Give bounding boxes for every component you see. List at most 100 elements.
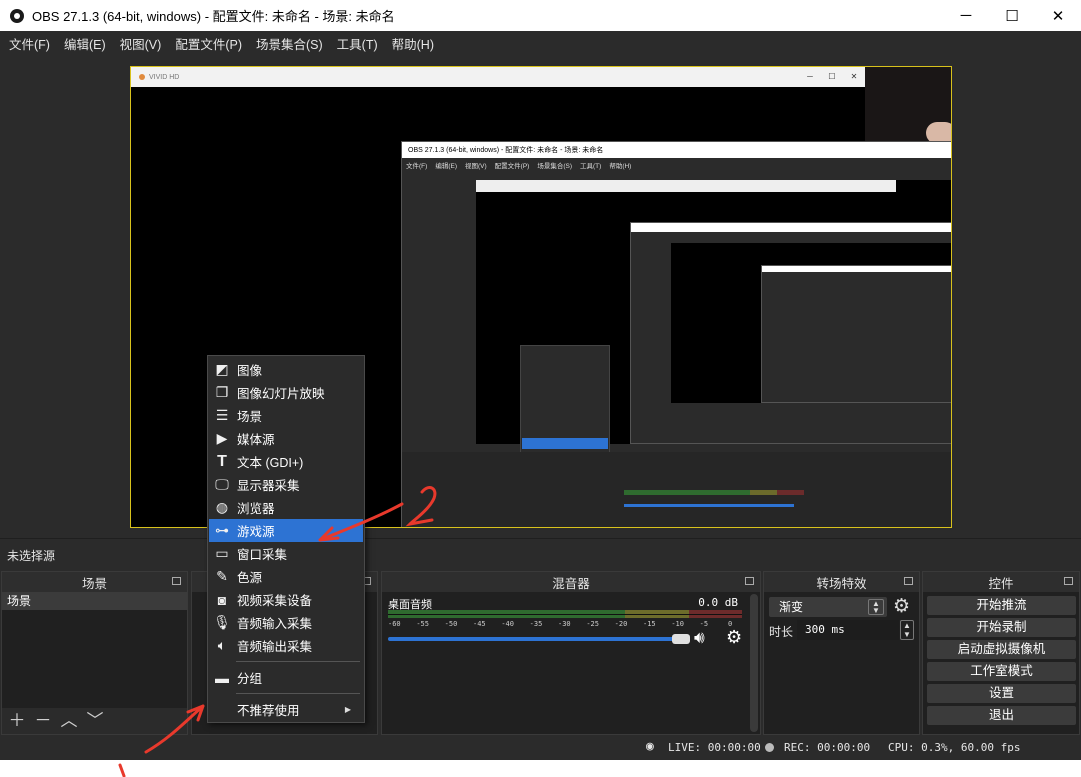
captured-minimize-icon: ─ bbox=[807, 72, 813, 81]
mixer-scrollbar[interactable] bbox=[750, 594, 758, 732]
controls-dock: 控件 开始推流 开始录制 启动虚拟摄像机 工作室模式 设置 退出 bbox=[922, 571, 1080, 735]
speaker-icon[interactable]: 🔊︎ bbox=[694, 628, 705, 648]
menu-item-window-capture[interactable]: ▭ 窗口采集 bbox=[209, 542, 363, 565]
menu-edit[interactable]: 编辑(E) bbox=[57, 34, 113, 53]
menu-item-video-capture[interactable]: ◙ 视频采集设备 bbox=[209, 588, 363, 611]
nested-level-3 bbox=[761, 265, 951, 403]
exit-button[interactable]: 退出 bbox=[927, 706, 1076, 725]
nested-menu: 文件(F) 编辑(E) 视图(V) 配置文件(P) 场景集合(S) 工具(T) … bbox=[402, 158, 951, 172]
menu-item-label: 音频输出采集 bbox=[237, 640, 313, 654]
meter-ticks: -60 -55 -50 -45 -40 -35 -30 -25 -20 -15 -10 -5 0 bbox=[388, 620, 742, 630]
start-streaming-button[interactable]: 开始推流 bbox=[927, 596, 1076, 615]
nested-highlight bbox=[522, 438, 608, 449]
microphone-icon: 🎙︎ bbox=[213, 614, 231, 630]
undock-icon[interactable] bbox=[1064, 577, 1073, 585]
scene-list-item[interactable]: 场景 bbox=[2, 592, 187, 610]
menu-item-label: 浏览器 bbox=[237, 502, 275, 516]
menu-item-group[interactable]: ▬ 分组 bbox=[209, 666, 363, 689]
menu-item-label: 图像幻灯片放映 bbox=[237, 387, 325, 401]
remove-scene-button[interactable]: － bbox=[34, 711, 52, 731]
nested-meter bbox=[624, 490, 804, 495]
meter-tick-label: -25 bbox=[586, 620, 599, 628]
menu-profile[interactable]: 配置文件(P) bbox=[168, 34, 249, 53]
studio-mode-button[interactable]: 工作室模式 bbox=[927, 662, 1076, 681]
title-bar: OBS 27.1.3 (64-bit, windows) - 配置文件: 未命名… bbox=[0, 0, 1081, 31]
move-scene-up-button[interactable]: ︿ bbox=[60, 711, 78, 731]
captured-close-icon: ✕ bbox=[850, 72, 858, 81]
minimize-button[interactable]: ─ bbox=[943, 0, 989, 31]
duration-input[interactable]: 300 ms bbox=[797, 620, 899, 640]
mixer-dock-title: 混音器 bbox=[552, 576, 590, 591]
gear-icon[interactable]: ⚙ bbox=[726, 627, 742, 648]
status-bar: ◉ LIVE: 00:00:00 REC: 00:00:00 CPU: 0.3%… bbox=[0, 736, 1081, 760]
volume-slider-handle[interactable] bbox=[672, 634, 690, 644]
controls-dock-title: 控件 bbox=[988, 576, 1014, 591]
maximize-button[interactable]: ☐ bbox=[989, 0, 1035, 31]
volume-meter bbox=[388, 610, 742, 618]
menu-item-game-capture[interactable]: ⊶ 游戏源 bbox=[209, 519, 363, 542]
mixer-dock-header: 混音器 bbox=[382, 572, 760, 592]
menu-item-label: 场景 bbox=[237, 410, 263, 424]
menu-item-image[interactable]: ◩ 图像 bbox=[209, 358, 363, 381]
meter-tick-label: -55 bbox=[416, 620, 429, 628]
menu-item-audio-input[interactable]: 🎙︎ 音频输入采集 bbox=[209, 611, 363, 634]
menu-help[interactable]: 帮助(H) bbox=[385, 34, 441, 53]
obs-logo-icon bbox=[10, 8, 24, 23]
rec-timer: REC: 00:00:00 bbox=[784, 741, 871, 754]
meter-tick-label: -50 bbox=[444, 620, 458, 628]
captured-window-titlebar: VIVID HD ─ ☐ ✕ bbox=[131, 67, 865, 87]
volume-slider-track[interactable] bbox=[388, 637, 678, 641]
transitions-dock-header: 转场特效 bbox=[764, 572, 919, 592]
add-scene-button[interactable]: ＋ bbox=[8, 711, 26, 731]
menu-item-text[interactable]: T 文本 (GDI+) bbox=[209, 450, 363, 473]
captured-window-controls: ─ ☐ ✕ bbox=[799, 67, 865, 87]
menu-item-label: 窗口采集 bbox=[237, 548, 288, 562]
gear-icon[interactable]: ⚙ bbox=[893, 595, 910, 618]
menu-item-browser[interactable]: ◍ 浏览器 bbox=[209, 496, 363, 519]
nested-menu-item: 配置文件(P) bbox=[494, 163, 530, 170]
menu-item-slideshow[interactable]: ❐ 图像幻灯片放映 bbox=[209, 381, 363, 404]
source-toolbar: 未选择源 bbox=[0, 538, 1081, 570]
start-recording-button[interactable]: 开始录制 bbox=[927, 618, 1076, 637]
captured-maximize-icon: ☐ bbox=[828, 72, 836, 81]
menu-item-scene[interactable]: ☰ 场景 bbox=[209, 404, 363, 427]
meter-tick-label: -15 bbox=[643, 620, 656, 628]
menu-tools[interactable]: 工具(T) bbox=[330, 34, 385, 53]
close-button[interactable]: ✕ bbox=[1035, 0, 1081, 31]
undock-icon[interactable] bbox=[904, 577, 913, 585]
meter-tick-label: -5 bbox=[699, 620, 709, 628]
no-source-selected-label: 未选择源 bbox=[7, 549, 56, 563]
menu-item-media-source[interactable]: ▶ 媒体源 bbox=[209, 427, 363, 450]
menu-item-audio-output[interactable]: 🔈︎ 音频输出采集 bbox=[209, 634, 363, 657]
image-icon: ◩ bbox=[215, 361, 229, 377]
settings-button[interactable]: 设置 bbox=[927, 684, 1076, 703]
broadcast-icon: ◉ bbox=[646, 739, 654, 754]
menu-item-label: 色源 bbox=[237, 571, 263, 585]
meter-tick-label: -40 bbox=[501, 620, 514, 628]
menu-item-color-source[interactable]: ✎ 色源 bbox=[209, 565, 363, 588]
undock-icon[interactable] bbox=[745, 577, 754, 585]
nested-vivid-bar bbox=[476, 180, 896, 192]
play-icon: ▶ bbox=[216, 430, 228, 446]
menu-bar: 文件(F) 编辑(E) 视图(V) 配置文件(P) 场景集合(S) 工具(T) … bbox=[0, 31, 1081, 55]
menu-file[interactable]: 文件(F) bbox=[2, 34, 57, 53]
duration-spinner[interactable]: ▲ ▼ bbox=[900, 620, 914, 640]
transition-select-spinner[interactable]: ▲ ▼ bbox=[868, 599, 884, 615]
vivid-logo-icon bbox=[139, 74, 145, 80]
undock-icon[interactable] bbox=[172, 577, 181, 585]
nested-level-2 bbox=[630, 222, 951, 444]
menu-scene-collection[interactable]: 场景集合(S) bbox=[249, 34, 330, 53]
menu-view[interactable]: 视图(V) bbox=[113, 34, 169, 53]
menu-item-deprecated[interactable]: 不推荐使用 ▶ bbox=[209, 698, 363, 721]
menu-item-display-capture[interactable]: 🖵 显示器采集 bbox=[209, 473, 363, 496]
nested-menu-item: 视图(V) bbox=[464, 163, 487, 170]
nested-docks bbox=[402, 452, 951, 527]
nested-level-3-titlebar bbox=[762, 266, 951, 272]
window-controls: ─ ☐ ✕ bbox=[943, 0, 1081, 31]
add-source-context-menu: ◩ 图像 ❐ 图像幻灯片放映 ☰ 场景 ▶ 媒体源 T 文本 (GDI+) 🖵 显示器采集 … bbox=[207, 355, 365, 723]
scenes-dock: 场景 场景 ＋ － ︿ ﹀ bbox=[1, 571, 188, 735]
meter-tick-label: -30 bbox=[558, 620, 571, 628]
move-scene-down-button[interactable]: ﹀ bbox=[86, 711, 104, 731]
list-icon: ☰ bbox=[215, 407, 229, 423]
start-virtual-camera-button[interactable]: 启动虚拟摄像机 bbox=[927, 640, 1076, 659]
